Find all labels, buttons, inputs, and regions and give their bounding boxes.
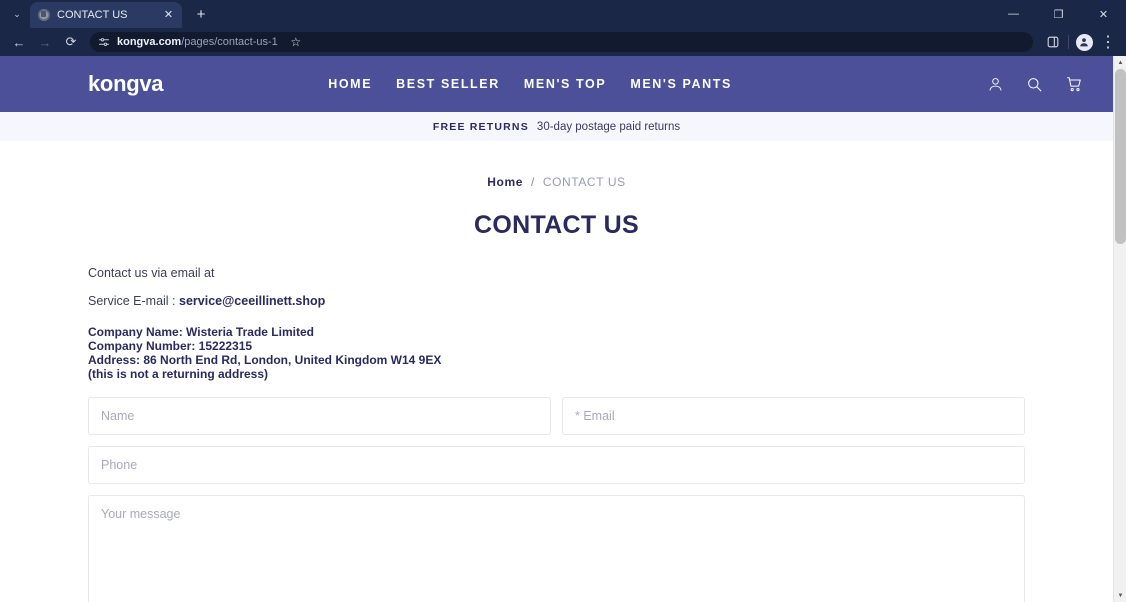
globe-icon	[38, 9, 50, 21]
person-icon	[1075, 33, 1093, 51]
message-placeholder: Your message	[101, 506, 181, 521]
close-window-button[interactable]: ✕	[1081, 0, 1126, 28]
nav-item-best-seller[interactable]: BEST SELLER	[396, 77, 500, 91]
site-header: kongva HOME BEST SELLER MEN'S TOP MEN'S …	[0, 56, 1113, 112]
nav-item-mens-top[interactable]: MEN'S TOP	[524, 77, 606, 91]
bookmark-star-icon[interactable]: ☆	[285, 31, 307, 53]
minimize-button[interactable]: —	[991, 0, 1036, 28]
scroll-up-arrow-icon[interactable]: ▲	[1114, 56, 1126, 69]
nav-item-mens-pants[interactable]: MEN'S PANTS	[630, 77, 732, 91]
forward-icon[interactable]: →	[32, 29, 58, 55]
company-number-line: Company Number: 15222315	[88, 338, 253, 353]
page-content: Home / CONTACT US CONTACT US Contact us …	[0, 141, 1113, 602]
announcement-bar: FREE RETURNS 30-day postage paid returns	[0, 112, 1113, 141]
announcement-strong: FREE RETURNS	[432, 120, 529, 133]
browser-window: ⌄ CONTACT US ✕ + — ❐ ✕ ← → ⟳ kongva.com/…	[0, 0, 1126, 602]
header-icon-group	[987, 75, 1083, 93]
reload-icon[interactable]: ⟳	[58, 29, 84, 55]
scroll-down-arrow-icon[interactable]: ▼	[1114, 589, 1126, 602]
message-textarea[interactable]: Your message	[88, 494, 1025, 602]
scrollbar-thumb[interactable]	[1115, 69, 1126, 244]
new-tab-button[interactable]: +	[188, 1, 214, 27]
email-input[interactable]: * Email	[562, 396, 1025, 435]
tab-strip: ⌄ CONTACT US ✕ + — ❐ ✕	[0, 0, 1126, 28]
address-bar-text: kongva.com/pages/contact-us-1	[117, 36, 278, 48]
web-page: kongva HOME BEST SELLER MEN'S TOP MEN'S …	[0, 56, 1113, 602]
maximize-button[interactable]: ❐	[1036, 0, 1081, 28]
breadcrumb-current: CONTACT US	[542, 175, 626, 189]
close-icon[interactable]: ✕	[161, 8, 176, 23]
tab-search-chevron-icon[interactable]: ⌄	[4, 1, 30, 27]
account-icon[interactable]	[987, 76, 1004, 93]
cart-icon[interactable]	[1065, 75, 1083, 93]
browser-menu-icon[interactable]: ⋮	[1096, 30, 1120, 54]
split-screen-icon[interactable]	[1041, 30, 1065, 54]
form-row-name-email: Name * Email	[88, 396, 1025, 435]
form-row-phone: Phone	[88, 445, 1025, 484]
service-email-line: Service E-mail : service@ceeillinett.sho…	[88, 294, 1025, 308]
breadcrumb-home-link[interactable]: Home	[487, 175, 523, 189]
name-input[interactable]: Name	[88, 396, 551, 435]
company-name-line: Company Name: Wisteria Trade Limited	[88, 325, 314, 339]
announcement-text: 30-day postage paid returns	[536, 120, 681, 133]
site-logo[interactable]: kongva	[88, 71, 164, 97]
phone-input[interactable]: Phone	[88, 445, 1025, 484]
tune-icon[interactable]	[98, 36, 110, 48]
url-domain: kongva.com	[117, 36, 182, 48]
toolbar-divider	[1068, 35, 1069, 49]
address-bar[interactable]: kongva.com/pages/contact-us-1 ☆	[90, 32, 1033, 52]
page-viewport: kongva HOME BEST SELLER MEN'S TOP MEN'S …	[0, 56, 1126, 602]
tab-title: CONTACT US	[57, 9, 128, 21]
service-email-value[interactable]: service@ceeillinett.shop	[179, 294, 325, 308]
breadcrumb-separator: /	[530, 175, 535, 189]
main-navigation: HOME BEST SELLER MEN'S TOP MEN'S PANTS	[328, 77, 732, 91]
company-details: Company Name: Wisteria Trade Limited Com…	[88, 326, 1025, 381]
contact-form: Name * Email Phone Your message SEND	[88, 396, 1025, 602]
window-controls: — ❐ ✕	[991, 0, 1126, 28]
company-note-line: (this is not a returning address)	[88, 366, 269, 381]
page-scrollbar[interactable]: ▲ ▼	[1113, 56, 1126, 602]
breadcrumb: Home / CONTACT US	[88, 141, 1025, 189]
nav-item-home[interactable]: HOME	[328, 77, 372, 91]
back-icon[interactable]: ←	[6, 29, 32, 55]
contact-intro-block: Contact us via email at Service E-mail :…	[88, 266, 1025, 381]
company-address-line: Address: 86 North End Rd, London, United…	[88, 352, 442, 367]
search-icon[interactable]	[1026, 76, 1043, 93]
browser-toolbar: ← → ⟳ kongva.com/pages/contact-us-1 ☆ ⋮	[0, 28, 1126, 56]
profile-avatar[interactable]	[1072, 30, 1096, 54]
page-title: CONTACT US	[473, 211, 640, 239]
service-email-label: Service E-mail :	[88, 294, 176, 308]
browser-tab[interactable]: CONTACT US ✕	[30, 2, 182, 28]
intro-text: Contact us via email at	[88, 266, 215, 280]
url-path: /pages/contact-us-1	[181, 36, 278, 48]
